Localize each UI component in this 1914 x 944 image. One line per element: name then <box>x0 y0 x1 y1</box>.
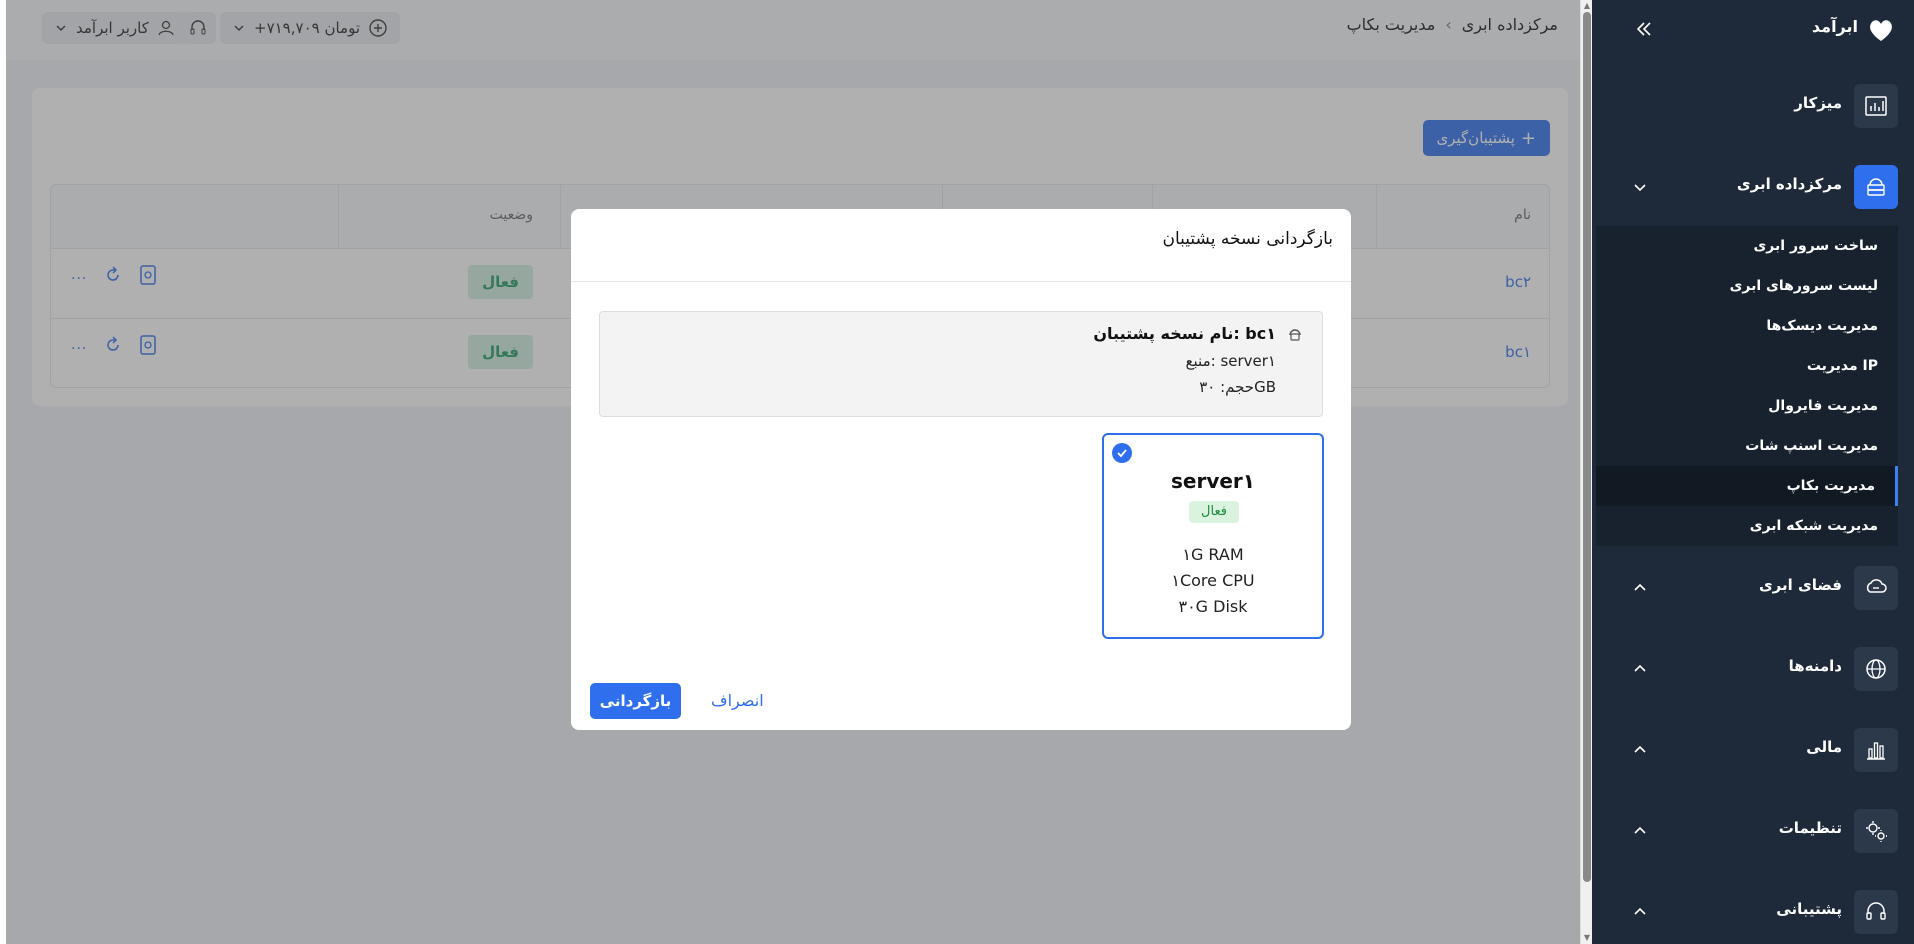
backup-icon <box>1289 329 1301 341</box>
sidebar-item-label: مرکزداده ابری <box>1736 175 1842 193</box>
datacenter-submenu: ساخت سرور ابری لیست سرورهای ابری مدیریت … <box>1596 226 1898 546</box>
dashboard-chart-icon <box>1854 84 1898 128</box>
backup-size: حجم: ۳۰GB <box>1199 378 1276 396</box>
chevron-up-icon <box>1634 826 1646 834</box>
backup-source: منبع: server۱ <box>1185 352 1276 370</box>
sidebar-item-label: میزکار <box>1794 94 1842 112</box>
brand-logo-icon <box>1870 20 1892 41</box>
server-name: server۱ <box>1170 469 1255 493</box>
submenu-item-server-list[interactable]: لیست سرورهای ابری <box>1596 266 1898 306</box>
submenu-item-snapshot[interactable]: مدیریت اسنپ شات <box>1596 426 1898 466</box>
server-cpu: ۱Core CPU <box>1171 571 1255 590</box>
brand-name: ابرآمد <box>1811 17 1858 36</box>
server-option-card[interactable]: server۱ فعال ۱G RAM ۱Core CPU ۳۰G Disk <box>1102 433 1324 639</box>
submenu-item-cloud-network[interactable]: مدیریت شبکه ابری <box>1596 506 1898 546</box>
scroll-down-icon[interactable]: ▼ <box>1583 934 1591 942</box>
page-scrollbar[interactable]: ▲ ▼ <box>1580 0 1592 944</box>
sidebar-item-label: مالی <box>1806 738 1842 756</box>
server-ram: ۱G RAM <box>1182 545 1244 564</box>
sidebar-item-cloud-storage[interactable]: فضای ابری <box>1592 556 1914 614</box>
sidebar-item-label: فضای ابری <box>1758 576 1842 594</box>
restore-button[interactable]: بازگردانی <box>590 683 681 719</box>
server-disk: ۳۰G Disk <box>1178 597 1248 616</box>
chevron-up-icon <box>1634 583 1646 591</box>
divider <box>571 281 1351 282</box>
submenu-item-create-server[interactable]: ساخت سرور ابری <box>1596 226 1898 266</box>
backup-name: نام نسخه پشتیبان: bc۱ <box>1093 324 1276 343</box>
chevron-down-icon <box>1634 184 1646 192</box>
chevron-up-icon <box>1634 664 1646 672</box>
cloud-datacenter-icon <box>1854 165 1898 209</box>
sidebar-item-label: پشتیبانی <box>1776 900 1842 918</box>
sidebar-item-label: تنظیمات <box>1778 819 1842 837</box>
sidebar-item-cloud-datacenter[interactable]: مرکزداده ابری <box>1592 155 1914 213</box>
scrollbar-thumb[interactable] <box>1583 12 1591 882</box>
sidebar-item-finance[interactable]: مالی <box>1592 718 1914 776</box>
sidebar-item-dashboard[interactable]: میزکار <box>1592 74 1914 132</box>
globe-icon <box>1854 647 1898 691</box>
backup-info-box: نام نسخه پشتیبان: bc۱ منبع: server۱ حجم:… <box>599 311 1323 417</box>
submenu-item-backup[interactable]: مدیریت بکاپ <box>1596 466 1898 506</box>
sidebar-item-domains[interactable]: دامنه‌ها <box>1592 637 1914 695</box>
chevron-up-icon <box>1634 907 1646 915</box>
sidebar-item-label: دامنه‌ها <box>1788 657 1842 675</box>
scroll-up-icon[interactable]: ▲ <box>1583 2 1591 10</box>
collapse-sidebar-icon[interactable] <box>1632 18 1654 40</box>
server-status-badge: فعال <box>1189 501 1239 523</box>
sidebar-item-support[interactable]: پشتیبانی <box>1592 880 1914 938</box>
headset-icon <box>1854 890 1898 934</box>
cloud-storage-icon <box>1854 566 1898 610</box>
dialog-title: بازگردانی نسخه پشتیبان <box>1162 229 1333 249</box>
restore-backup-dialog: بازگردانی نسخه پشتیبان نام نسخه پشتیبان:… <box>571 209 1351 730</box>
sidebar: ابرآمد میزکار مرکزداده ابری ساخت سرور اب… <box>1592 0 1914 944</box>
submenu-item-ip[interactable]: مدیریت IP <box>1596 346 1898 386</box>
submenu-item-disks[interactable]: مدیریت دیسک‌ها <box>1596 306 1898 346</box>
settings-gear-icon <box>1854 809 1898 853</box>
finance-chart-icon <box>1854 728 1898 772</box>
sidebar-item-settings[interactable]: تنظیمات <box>1592 799 1914 857</box>
chevron-up-icon <box>1634 745 1646 753</box>
sidebar-header: ابرآمد <box>1592 0 1914 58</box>
check-icon <box>1112 443 1132 463</box>
cancel-button[interactable]: انصراف <box>711 691 764 710</box>
submenu-item-firewall[interactable]: مدیریت فایروال <box>1596 386 1898 426</box>
